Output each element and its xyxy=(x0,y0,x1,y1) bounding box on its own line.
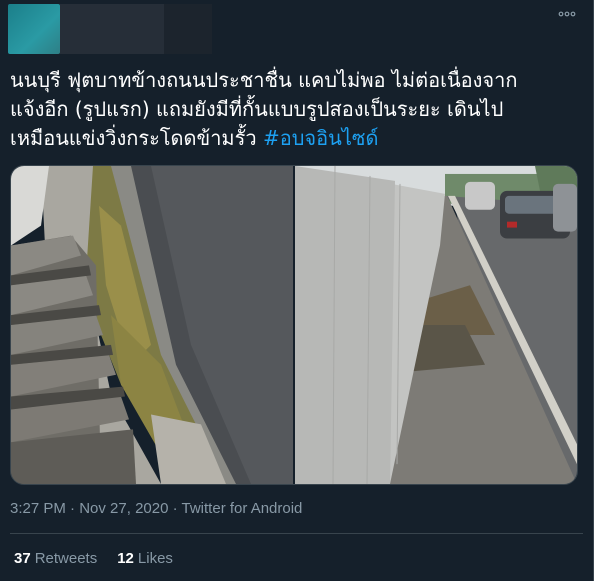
tweet-photo[interactable] xyxy=(295,166,577,484)
tweet-meta: 3:27 PM · Nov 27, 2020 · Twitter for And… xyxy=(10,500,302,517)
tweet-time[interactable]: 3:27 PM xyxy=(10,500,66,517)
tweet-date[interactable]: Nov 27, 2020 xyxy=(79,500,168,517)
more-options-button[interactable] xyxy=(555,4,579,24)
likes-label: Likes xyxy=(137,550,173,567)
avatar[interactable] xyxy=(8,4,60,54)
tweet-text: นนบุรี ฟุตบาทข้างถนนประชาชื่น แคบไม่พอ ไ… xyxy=(10,66,582,153)
tweet-source[interactable]: Twitter for Android xyxy=(182,500,303,517)
tweet-text-line: แจ้งอีก (รูปแรก) แถมยังมีที่กั้นแบบรูปสอ… xyxy=(10,97,504,121)
tweet-text-segment: เหมือนแข่งวิ่งกระโดดข้ามรั้ว xyxy=(10,126,263,150)
tweet-text-line: เหมือนแข่งวิ่งกระโดดข้ามรั้ว #อบจอินไซด์ xyxy=(10,124,582,153)
likes-count: 12 xyxy=(117,550,134,567)
likes-stat[interactable]: 12 Likes xyxy=(117,550,173,567)
photo-narrow-sidewalk-wall xyxy=(295,166,577,484)
retweets-stat[interactable]: 37 Retweets xyxy=(14,550,97,567)
photo-sidewalk-barrier xyxy=(11,166,293,484)
tweet-card: นนบุรี ฟุตบาทข้างถนนประชาชื่น แคบไม่พอ ไ… xyxy=(0,0,594,581)
divider xyxy=(10,533,583,534)
meta-separator: · xyxy=(168,500,182,517)
meta-separator: · xyxy=(65,500,80,517)
author-handle-redacted xyxy=(164,4,212,54)
retweets-count: 37 xyxy=(14,550,31,567)
tweet-photo[interactable] xyxy=(11,166,293,484)
tweet-stats: 37 Retweets 12 Likes xyxy=(14,550,173,567)
retweets-label: Retweets xyxy=(34,550,98,567)
hashtag-link[interactable]: #อบจอินไซด์ xyxy=(263,126,379,150)
tweet-text-line: นนบุรี ฟุตบาทข้างถนนประชาชื่น แคบไม่พอ ไ… xyxy=(10,68,518,92)
tweet-media xyxy=(10,165,578,485)
more-dots-icon xyxy=(558,11,576,17)
author-name-redacted[interactable] xyxy=(60,4,164,54)
